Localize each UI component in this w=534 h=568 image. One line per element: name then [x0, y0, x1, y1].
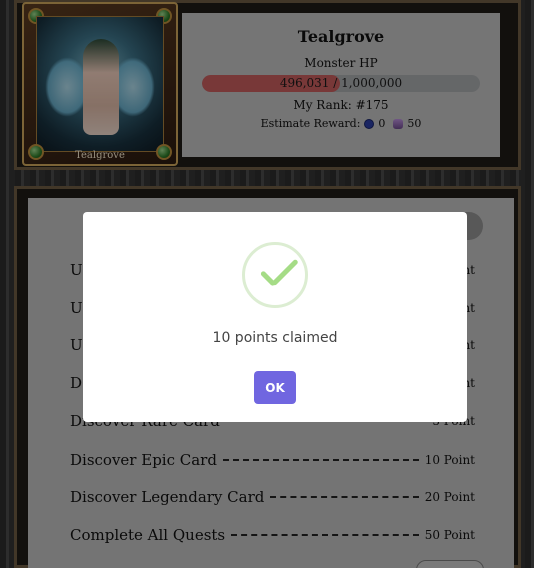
check-mark-long — [271, 258, 299, 287]
success-check-icon — [242, 242, 308, 308]
ok-button[interactable]: OK — [254, 371, 296, 404]
dialog-title: 10 points claimed — [212, 330, 338, 346]
success-dialog: 10 points claimed OK — [83, 212, 467, 422]
